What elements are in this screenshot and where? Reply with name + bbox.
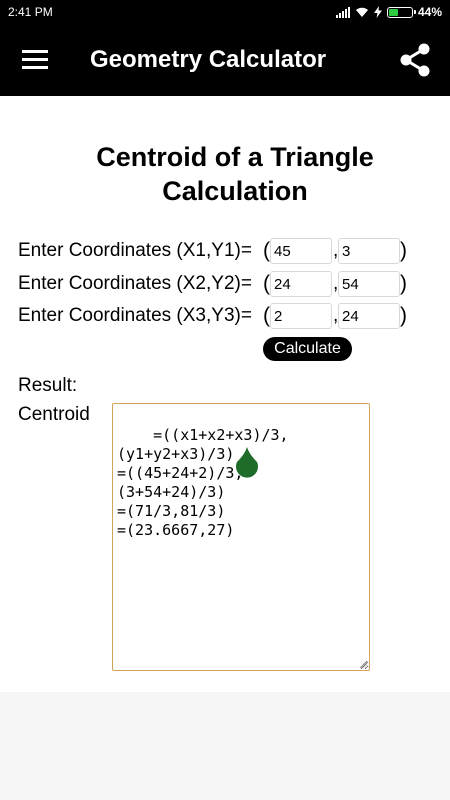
close-paren: ) bbox=[400, 272, 407, 295]
x1-input[interactable] bbox=[270, 238, 332, 264]
close-paren: ) bbox=[400, 239, 407, 262]
page-title: Centroid of a Triangle Calculation bbox=[20, 140, 450, 208]
y1-input[interactable] bbox=[338, 238, 400, 264]
bottom-blank-area bbox=[0, 692, 450, 800]
open-paren: ( bbox=[263, 239, 270, 262]
wifi-icon bbox=[355, 7, 368, 17]
app-bar: Geometry Calculator bbox=[0, 24, 450, 96]
main-content: Centroid of a Triangle Calculation Enter… bbox=[0, 96, 450, 692]
open-paren: ( bbox=[263, 272, 270, 295]
status-icons: 44% bbox=[335, 5, 442, 19]
coordinate-row-1: Enter Coordinates (X1,Y1)= ( , ) bbox=[18, 238, 438, 266]
result-label: Result: bbox=[18, 375, 78, 396]
y2-input[interactable] bbox=[338, 271, 400, 297]
centroid-label: Centroid bbox=[18, 404, 90, 425]
result-text: =((x1+x2+x3)/3, (y1+y2+x3)/3) =((45+24+2… bbox=[117, 426, 289, 539]
x2-input[interactable] bbox=[270, 271, 332, 297]
result-textarea[interactable]: =((x1+x2+x3)/3, (y1+y2+x3)/3) =((45+24+2… bbox=[112, 403, 370, 671]
resize-grip-icon[interactable] bbox=[359, 660, 367, 668]
page-title-line1: Centroid of a Triangle bbox=[96, 142, 374, 172]
x3-input[interactable] bbox=[270, 303, 332, 329]
coordinate-label: Enter Coordinates (X1,Y1)= bbox=[18, 240, 252, 261]
app-title: Geometry Calculator bbox=[90, 46, 327, 73]
close-paren: ) bbox=[400, 304, 407, 327]
status-bar: 2:41 PM 44% bbox=[0, 0, 450, 24]
coordinate-label: Enter Coordinates (X3,Y3)= bbox=[18, 305, 252, 326]
coordinate-row-2: Enter Coordinates (X2,Y2)= ( , ) bbox=[18, 271, 438, 299]
y3-input[interactable] bbox=[338, 303, 400, 329]
coordinate-row-3: Enter Coordinates (X3,Y3)= ( , ) bbox=[18, 303, 438, 331]
page-title-line2: Calculation bbox=[162, 176, 308, 206]
battery-percent: 44% bbox=[417, 5, 442, 19]
signal-icon bbox=[335, 6, 350, 18]
battery-icon bbox=[386, 6, 416, 18]
coordinate-label: Enter Coordinates (X2,Y2)= bbox=[18, 273, 252, 294]
status-time: 2:41 PM bbox=[8, 5, 53, 19]
charging-bolt-icon bbox=[373, 6, 382, 18]
calculate-button[interactable]: Calculate bbox=[263, 337, 352, 361]
hamburger-menu-icon[interactable] bbox=[22, 50, 48, 70]
open-paren: ( bbox=[263, 304, 270, 327]
text-cursor-handle-icon[interactable] bbox=[233, 446, 261, 480]
share-icon[interactable] bbox=[398, 42, 432, 78]
